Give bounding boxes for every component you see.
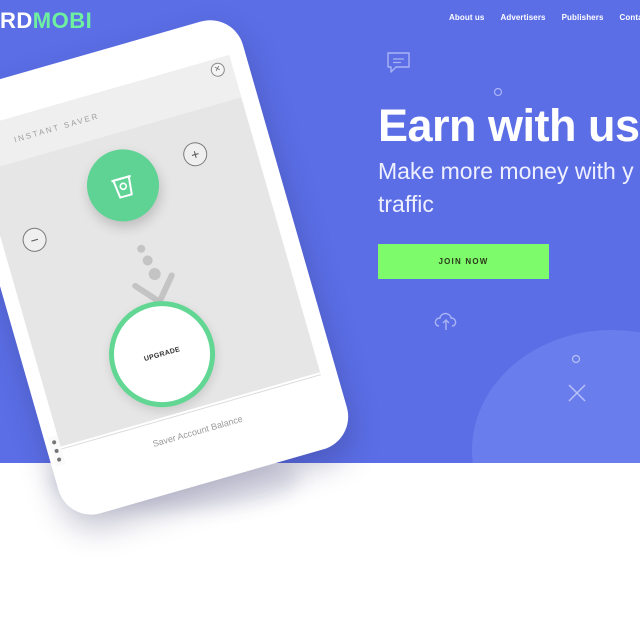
menu-dot	[54, 448, 60, 454]
menu-dot	[56, 457, 62, 463]
small-circle-icon	[493, 87, 503, 97]
phone-body: INSTANT SAVER × − + UPGRADE Saver Accoun…	[0, 12, 357, 523]
menu-dot	[51, 439, 57, 445]
nav-about-us[interactable]: About us	[449, 13, 484, 22]
top-nav: About us Advertisers Publishers Contac	[449, 13, 640, 22]
hero-subline: Make more money with y traffic	[378, 158, 634, 217]
background-blob	[472, 330, 640, 463]
minus-button[interactable]: −	[19, 224, 50, 255]
nav-contact[interactable]: Contac	[620, 13, 640, 22]
close-x-icon	[568, 384, 586, 402]
nav-advertisers[interactable]: Advertisers	[500, 13, 545, 22]
hero-headline: Earn with us	[378, 100, 640, 151]
cloud-upload-icon	[434, 312, 457, 330]
upgrade-button[interactable]: UPGRADE	[96, 288, 228, 420]
cup-icon	[111, 174, 133, 199]
upgrade-label: UPGRADE	[143, 345, 181, 363]
saver-cup-button[interactable]	[78, 140, 168, 230]
progress-dot	[136, 243, 147, 254]
plus-button[interactable]: +	[180, 139, 211, 170]
nav-publishers[interactable]: Publishers	[562, 13, 604, 22]
phone-mockup: INSTANT SAVER × − + UPGRADE Saver Accoun…	[0, 12, 390, 523]
small-circle-icon	[571, 354, 581, 364]
progress-dot	[141, 254, 154, 267]
join-now-button[interactable]: JOIN NOW	[378, 244, 549, 279]
